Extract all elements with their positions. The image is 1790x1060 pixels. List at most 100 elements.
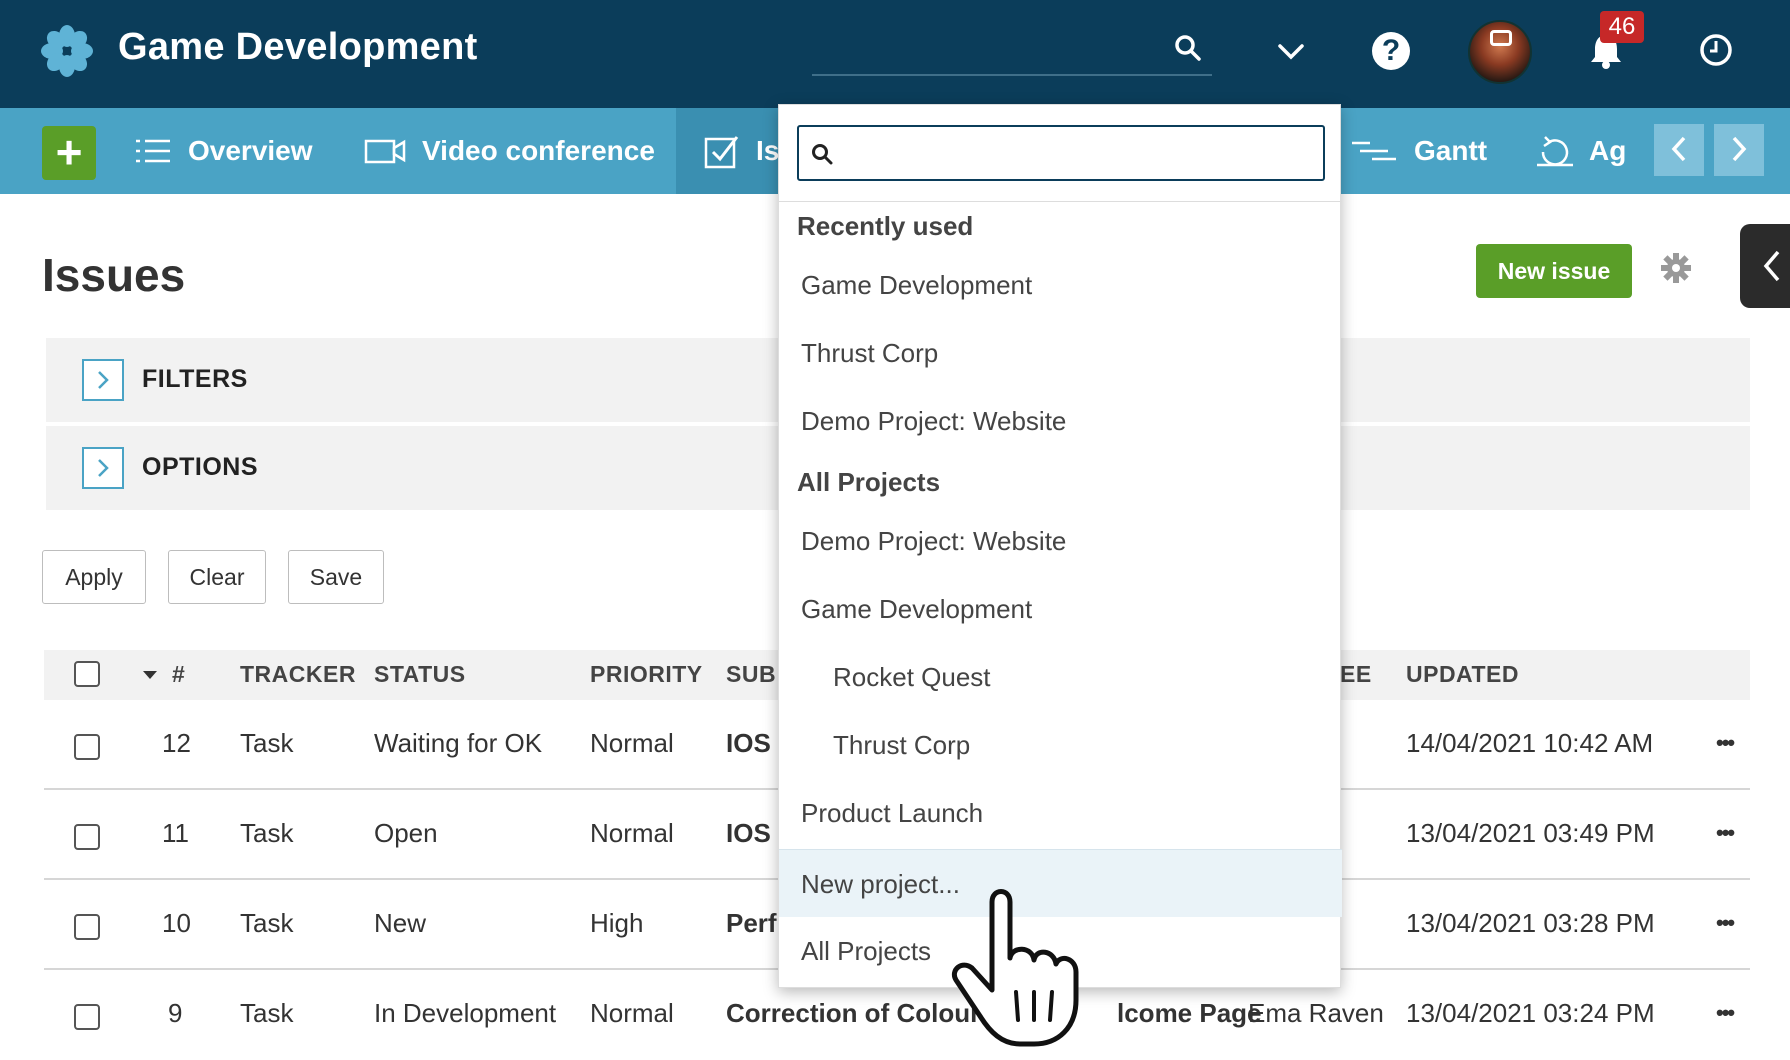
recent-project-item[interactable]: Thrust Corp <box>779 319 1342 387</box>
clock-icon[interactable] <box>1698 32 1734 68</box>
tab-issues-label: Is <box>756 135 780 166</box>
tab-agile-label: Ag <box>1589 135 1627 166</box>
issue-priority: Normal <box>590 818 674 848</box>
video-camera-icon <box>364 139 406 164</box>
recent-project-item[interactable]: Demo Project: Website <box>779 387 1342 455</box>
issue-id: 11 <box>162 818 189 848</box>
row-checkbox[interactable] <box>74 914 100 940</box>
select-all-checkbox[interactable] <box>74 661 100 687</box>
issue-id: 12 <box>162 728 191 758</box>
issue-subject-link[interactable]: IOS <box>726 728 771 759</box>
add-button[interactable]: + <box>42 126 96 180</box>
agile-icon <box>1537 136 1573 167</box>
issue-updated: 14/04/2021 10:42 AM <box>1406 728 1654 758</box>
avatar[interactable] <box>1468 20 1532 84</box>
options-label: OPTIONS <box>142 453 259 481</box>
chevron-right-icon <box>98 371 109 389</box>
issue-updated: 13/04/2021 03:24 PM <box>1406 998 1655 1028</box>
sort-desc-icon[interactable] <box>142 669 158 681</box>
all-projects-heading: All Projects <box>797 467 941 497</box>
search-icon <box>812 144 833 165</box>
apply-button[interactable]: Apply <box>42 550 146 604</box>
sidebar-toggle[interactable] <box>1740 224 1790 308</box>
row-checkbox[interactable] <box>74 824 100 850</box>
subproject-item[interactable]: Thrust Corp <box>779 711 1342 779</box>
issue-subject-link[interactable]: IOS <box>726 818 771 849</box>
row-checkbox[interactable] <box>74 1004 100 1030</box>
issue-id: 10 <box>162 908 191 938</box>
gear-icon[interactable] <box>1660 252 1692 284</box>
clear-button[interactable]: Clear <box>168 550 266 604</box>
issue-status: Waiting for OK <box>374 728 543 758</box>
save-button[interactable]: Save <box>288 550 384 604</box>
project-search-input[interactable] <box>797 125 1325 181</box>
nav-scroll-right-button[interactable] <box>1714 124 1764 176</box>
notification-badge[interactable]: 46 <box>1600 11 1644 43</box>
col-id[interactable]: # <box>172 661 185 688</box>
new-issue-button[interactable]: New issue <box>1476 244 1632 298</box>
divider <box>779 201 1342 202</box>
issue-subject-link-tail[interactable]: lcome Page <box>1117 998 1262 1029</box>
tab-agile[interactable]: Ag <box>1535 108 1626 194</box>
project-title[interactable]: Game Development <box>118 26 478 69</box>
tab-gantt[interactable]: Gantt <box>1350 108 1487 194</box>
expand-filters-toggle[interactable] <box>82 359 124 401</box>
tab-video-conference[interactable]: Video conference <box>364 108 655 194</box>
issue-status: In Development <box>374 998 557 1028</box>
issue-status: Open <box>374 818 438 848</box>
page-title: Issues <box>42 249 186 301</box>
recently-used-heading: Recently used <box>797 211 974 241</box>
project-item[interactable]: Product Launch <box>779 779 1342 847</box>
project-item[interactable]: Demo Project: Website <box>779 507 1342 575</box>
chevron-down-icon[interactable] <box>1276 38 1306 64</box>
row-checkbox[interactable] <box>74 734 100 760</box>
issue-tracker: Task <box>240 818 294 848</box>
issue-priority: Normal <box>590 998 674 1028</box>
search-icon <box>1175 35 1201 61</box>
project-switcher-dropdown: Recently used Game Development Thrust Co… <box>778 104 1342 988</box>
issue-tracker: Task <box>240 728 294 758</box>
issue-updated: 13/04/2021 03:49 PM <box>1406 818 1655 848</box>
col-assignee[interactable]: EE <box>1340 661 1372 688</box>
chevron-right-icon <box>1732 136 1747 162</box>
col-updated[interactable]: UPDATED <box>1406 661 1519 688</box>
chevron-left-icon <box>1671 136 1686 162</box>
help-icon[interactable]: ? <box>1372 32 1410 70</box>
issue-id: 9 <box>168 998 183 1028</box>
app-logo-icon[interactable] <box>40 24 94 78</box>
issue-updated: 13/04/2021 03:28 PM <box>1406 908 1655 938</box>
issue-status: New <box>374 908 427 938</box>
global-search-input[interactable] <box>812 20 1212 76</box>
issue-subject-link[interactable]: Perf <box>726 908 777 939</box>
filters-label: FILTERS <box>142 365 248 393</box>
col-subject[interactable]: SUB <box>726 661 776 688</box>
issue-priority: Normal <box>590 728 674 758</box>
row-menu-icon[interactable]: ••• <box>1716 730 1735 756</box>
gantt-icon <box>1352 141 1396 161</box>
recent-project-item[interactable]: Game Development <box>779 251 1342 319</box>
list-icon <box>136 139 170 163</box>
col-status[interactable]: STATUS <box>374 661 466 688</box>
nav-scroll-left-button[interactable] <box>1654 124 1704 176</box>
row-menu-icon[interactable]: ••• <box>1716 1000 1735 1026</box>
col-priority[interactable]: PRIORITY <box>590 661 703 688</box>
project-item[interactable]: Game Development <box>779 575 1342 643</box>
tab-overview-label: Overview <box>188 135 313 166</box>
issue-tracker: Task <box>240 998 294 1028</box>
issue-tracker: Task <box>240 908 294 938</box>
tab-video-conference-label: Video conference <box>422 135 655 166</box>
tab-overview[interactable]: Overview <box>134 108 313 194</box>
issue-assignee: Ema Raven <box>1248 998 1384 1028</box>
hand-pointer-icon <box>952 889 1079 1047</box>
top-bar: Game Development ? 46 <box>0 0 1790 108</box>
chevron-right-icon <box>98 459 109 477</box>
checkbox-icon <box>704 136 739 169</box>
row-menu-icon[interactable]: ••• <box>1716 910 1735 936</box>
subproject-item[interactable]: Rocket Quest <box>779 643 1342 711</box>
expand-options-toggle[interactable] <box>82 447 124 489</box>
chevron-left-icon <box>1763 250 1780 282</box>
col-tracker[interactable]: TRACKER <box>240 661 356 688</box>
tab-gantt-label: Gantt <box>1414 135 1488 166</box>
row-menu-icon[interactable]: ••• <box>1716 820 1735 846</box>
issue-priority: High <box>590 908 644 938</box>
